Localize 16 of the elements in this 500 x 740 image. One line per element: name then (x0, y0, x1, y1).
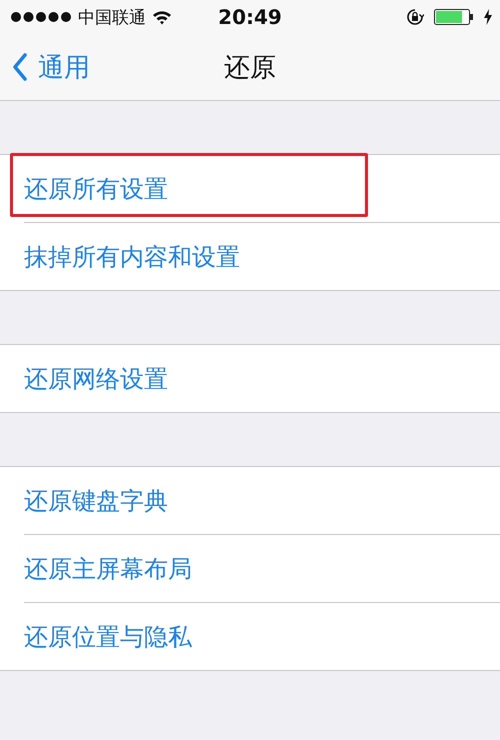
list-item[interactable]: 还原所有设置 (24, 172, 168, 204)
status-time: 20:49 (218, 5, 282, 29)
wifi-icon (152, 10, 172, 24)
battery-icon (434, 9, 474, 25)
carrier-name: 中国联通 (78, 6, 146, 28)
page-title: 还原 (224, 52, 276, 84)
back-button[interactable]: 通用 (0, 50, 90, 84)
list-item[interactable]: 还原主屏幕布局 (24, 552, 192, 584)
list-item[interactable]: 抹掉所有内容和设置 (24, 240, 240, 272)
chevron-left-icon (12, 53, 28, 81)
signal-icon (10, 11, 72, 23)
list-item[interactable]: 还原位置与隐私 (24, 620, 192, 652)
charging-icon (484, 9, 492, 25)
list-item[interactable]: 还原网络设置 (24, 362, 168, 394)
list-item[interactable]: 还原键盘字典 (24, 484, 168, 516)
rotation-lock-icon (406, 8, 424, 26)
